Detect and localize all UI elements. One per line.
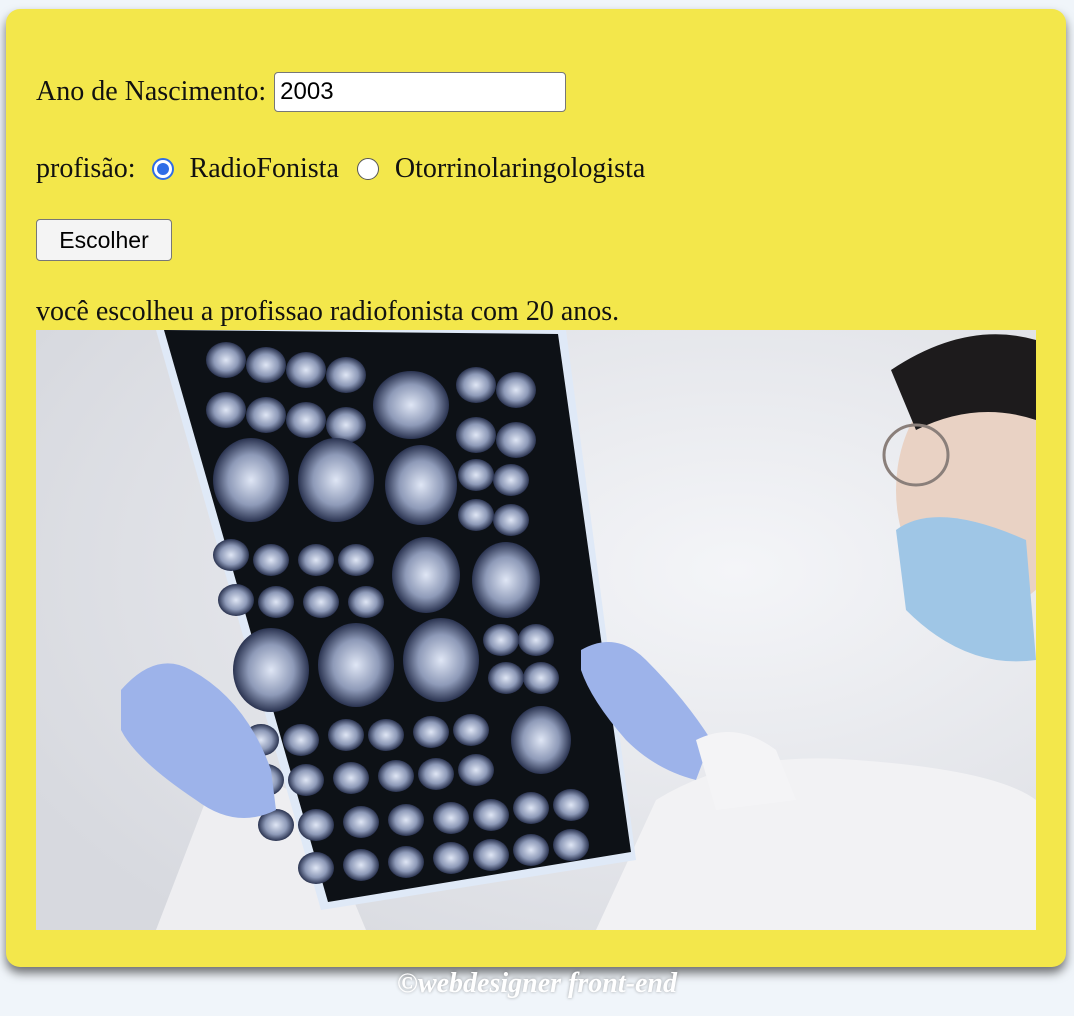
birth-year-row: Ano de Nascimento: xyxy=(36,71,567,113)
birth-year-label: Ano de Nascimento: xyxy=(36,76,267,107)
radio-radiofonista[interactable] xyxy=(151,158,174,180)
doctor-mri-illustration xyxy=(36,330,1036,930)
radio-radiofonista-label[interactable]: RadioFonista xyxy=(190,153,339,185)
mri-photo xyxy=(36,330,1036,930)
result-message: você escolheu a profissao radiofonista c… xyxy=(36,296,620,327)
form-card: Ano de Nascimento: profisão: RadioFonist… xyxy=(6,9,1066,967)
birth-year-input[interactable] xyxy=(274,72,567,112)
profession-row: profisão: RadioFonista Otorrinolaringolo… xyxy=(36,149,645,189)
radio-otorrino[interactable] xyxy=(356,158,379,180)
footer-credit: ©webdesigner front-end xyxy=(397,968,677,999)
radio-otorrino-label[interactable]: Otorrinolaringologista xyxy=(395,153,645,185)
profession-label: profisão: xyxy=(36,153,136,184)
choose-button[interactable]: Escolher xyxy=(36,219,172,261)
